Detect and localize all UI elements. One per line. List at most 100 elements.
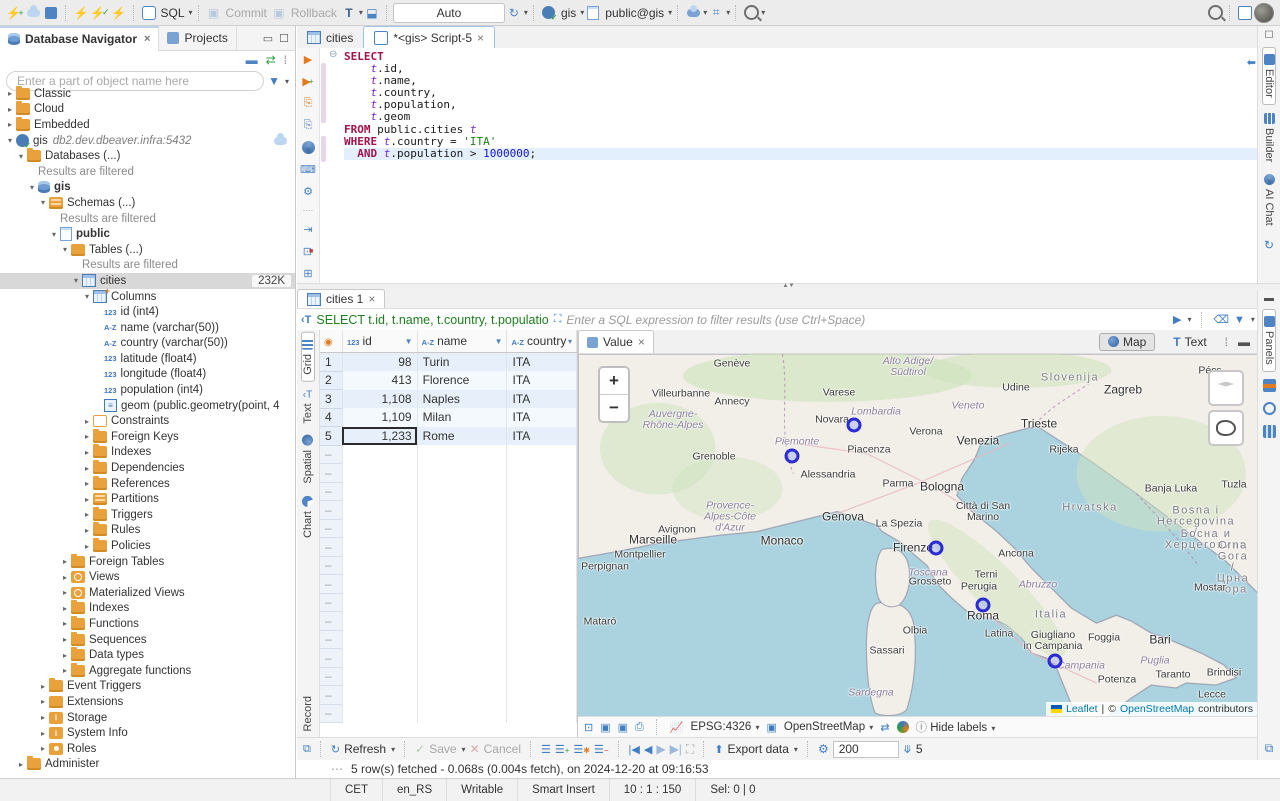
save-filter-funnel-icon[interactable]: ▼ bbox=[1234, 314, 1245, 326]
history-icon[interactable]: ↻ bbox=[505, 4, 523, 22]
filter-dropdown-icon[interactable]: ▾ bbox=[285, 77, 289, 86]
expander-icon[interactable]: ▾ bbox=[37, 198, 49, 207]
view-tab-chart[interactable]: Chart bbox=[302, 490, 314, 544]
empty-cell[interactable] bbox=[417, 593, 508, 612]
map-view-button[interactable]: Map bbox=[1098, 332, 1156, 351]
add-row-icon[interactable]: ☰+ bbox=[555, 743, 570, 756]
city-marker-florence[interactable] bbox=[928, 540, 944, 556]
column-header-id[interactable]: 123 id ▼ bbox=[342, 330, 418, 353]
empty-cell[interactable] bbox=[417, 519, 508, 538]
expander-icon[interactable]: ▸ bbox=[37, 713, 49, 722]
row-number-cell[interactable]: 4 bbox=[320, 408, 343, 427]
minimize-panel-icon[interactable]: ▬ bbox=[1238, 335, 1250, 349]
cell-name[interactable]: Turin bbox=[417, 352, 508, 371]
expander-icon[interactable]: ▸ bbox=[81, 432, 93, 441]
status-item-1[interactable]: en_RS bbox=[382, 779, 446, 801]
filter-expression-input[interactable]: Enter a SQL expression to filter results… bbox=[566, 313, 1168, 327]
status-item-4[interactable]: 10 : 1 : 150 bbox=[608, 779, 696, 801]
status-item-0[interactable]: CET bbox=[330, 779, 382, 801]
expander-icon[interactable]: ▸ bbox=[81, 479, 93, 488]
empty-cell[interactable] bbox=[506, 500, 577, 519]
cloud-connection-icon[interactable] bbox=[24, 4, 42, 22]
stop-file-icon[interactable]: ⊡ ■ bbox=[301, 244, 316, 259]
script-image-icon[interactable]: ⊞ bbox=[301, 266, 316, 281]
empty-cell[interactable] bbox=[342, 685, 418, 704]
empty-cell[interactable] bbox=[417, 611, 508, 630]
empty-cell[interactable] bbox=[417, 463, 508, 482]
tree-item-views[interactable]: ▸ Views bbox=[0, 569, 295, 585]
empty-cell[interactable] bbox=[417, 556, 508, 575]
expand-filter-icon[interactable]: ⛶ bbox=[554, 313, 562, 326]
references-panel-icon[interactable] bbox=[1262, 401, 1276, 415]
rollback-button[interactable]: Rollback bbox=[291, 6, 337, 20]
layers-button[interactable] bbox=[1208, 370, 1244, 406]
ai-assistant-icon[interactable] bbox=[301, 140, 316, 155]
view-tab-text[interactable]: Text ‹T bbox=[302, 384, 314, 430]
tab-cities-table[interactable]: cities bbox=[297, 27, 363, 48]
sort-icon[interactable]: ▼ bbox=[495, 337, 503, 346]
tree-item-longitude-float4[interactable]: 123 longitude (float4) bbox=[0, 367, 295, 383]
empty-cell[interactable] bbox=[506, 556, 577, 575]
fold-collapse-icon[interactable]: ⊖ bbox=[329, 49, 337, 60]
metadata-panel-icon[interactable] bbox=[1262, 378, 1276, 392]
empty-row-number-cell[interactable]: – bbox=[320, 611, 343, 631]
empty-cell[interactable] bbox=[417, 482, 508, 501]
cell-country[interactable]: ITA bbox=[506, 352, 577, 371]
cell-country[interactable]: ITA bbox=[506, 408, 577, 427]
tree-item-system-info[interactable]: ▸ System Info bbox=[0, 725, 295, 741]
editor-settings-gear-icon[interactable]: ⚙ bbox=[301, 184, 316, 199]
lasso-select-button[interactable] bbox=[1208, 410, 1244, 446]
cell-name[interactable]: Rome bbox=[417, 426, 508, 445]
execute-statement-icon[interactable]: ▶ bbox=[301, 52, 316, 67]
empty-cell[interactable] bbox=[506, 667, 577, 686]
expander-icon[interactable]: ▸ bbox=[4, 105, 16, 114]
empty-row-number-cell[interactable]: – bbox=[320, 593, 343, 612]
sql-code[interactable]: SELECT t.id, t.name, t.country, t.popula… bbox=[344, 48, 1258, 283]
refresh-side-icon[interactable]: ↻ bbox=[1264, 238, 1274, 252]
perspective-icon[interactable] bbox=[1236, 4, 1254, 22]
empty-cell[interactable] bbox=[342, 463, 418, 482]
tree-item-policies[interactable]: ▸ Policies bbox=[0, 538, 295, 554]
tree-item-country-varchar-50[interactable]: A-Z country (varchar(50)) bbox=[0, 336, 295, 352]
empty-cell[interactable] bbox=[506, 537, 577, 556]
empty-cell[interactable] bbox=[342, 593, 418, 612]
lock-icon[interactable]: ⬓ bbox=[363, 4, 381, 22]
save-file-icon[interactable]: ⇥ bbox=[301, 222, 316, 237]
hide-labels-toggle[interactable]: ⓘ Hide labels ▾ bbox=[916, 719, 996, 735]
duplicate-row-icon[interactable]: ☰✱ bbox=[573, 743, 590, 756]
tree-item-indexes[interactable]: ▸ Indexes bbox=[0, 600, 295, 617]
crs-selector[interactable]: EPSG:4326 ▾ bbox=[691, 721, 760, 733]
tree-item-foreign-keys[interactable]: ▸ Foreign Keys bbox=[0, 428, 295, 445]
table-row[interactable]: 3 1,108 Naples ITA bbox=[320, 389, 577, 409]
empty-cell[interactable] bbox=[506, 445, 577, 464]
tree-item-public[interactable]: ▾ public bbox=[0, 226, 295, 242]
tree-item-id-int4[interactable]: 123 id (int4) bbox=[0, 304, 295, 320]
new-connection-icon[interactable]: ⚡ + bbox=[6, 4, 24, 22]
network-dropdown-icon[interactable]: ▾ bbox=[726, 8, 730, 17]
connection-selector[interactable]: gis bbox=[561, 6, 576, 20]
side-tab-ai-chat[interactable]: AI Chat bbox=[1263, 168, 1275, 232]
refresh-icon[interactable]: ↻ bbox=[331, 743, 340, 756]
save-dropdown-icon[interactable]: ▾ bbox=[462, 745, 466, 754]
open-in-editor-icon[interactable]: ⧉ bbox=[303, 743, 311, 756]
tree-item-dependencies[interactable]: ▸ Dependencies bbox=[0, 460, 295, 476]
empty-cell[interactable] bbox=[417, 667, 508, 686]
empty-cell[interactable] bbox=[342, 556, 418, 575]
filter-apply-dropdown-icon[interactable]: ▾ bbox=[1187, 315, 1191, 324]
tree-item-latitude-float4[interactable]: 123 latitude (float4) bbox=[0, 351, 295, 367]
row-number-cell[interactable]: 2 bbox=[320, 371, 343, 390]
focus-cell-icon[interactable]: ⛶ bbox=[686, 742, 694, 757]
city-marker-milan[interactable] bbox=[846, 417, 862, 433]
empty-row-number-cell[interactable]: – bbox=[320, 482, 343, 501]
apply-filter-icon[interactable]: ▶ bbox=[1173, 313, 1181, 326]
tree-item-triggers[interactable]: ▸ Triggers bbox=[0, 506, 295, 523]
nav-menu-icon[interactable]: ⁞ bbox=[284, 53, 287, 67]
expander-icon[interactable]: ▾ bbox=[70, 276, 82, 285]
expander-icon[interactable]: ▸ bbox=[4, 120, 16, 129]
export-data-button[interactable]: Export data bbox=[728, 742, 789, 756]
funnel-dropdown-icon[interactable]: ▾ bbox=[1251, 315, 1255, 324]
text-view-button[interactable]: T Text bbox=[1165, 334, 1214, 350]
empty-cell[interactable] bbox=[417, 537, 508, 556]
copy-image-icon[interactable]: ▣ bbox=[618, 721, 628, 734]
refresh-button[interactable]: Refresh bbox=[344, 742, 386, 756]
